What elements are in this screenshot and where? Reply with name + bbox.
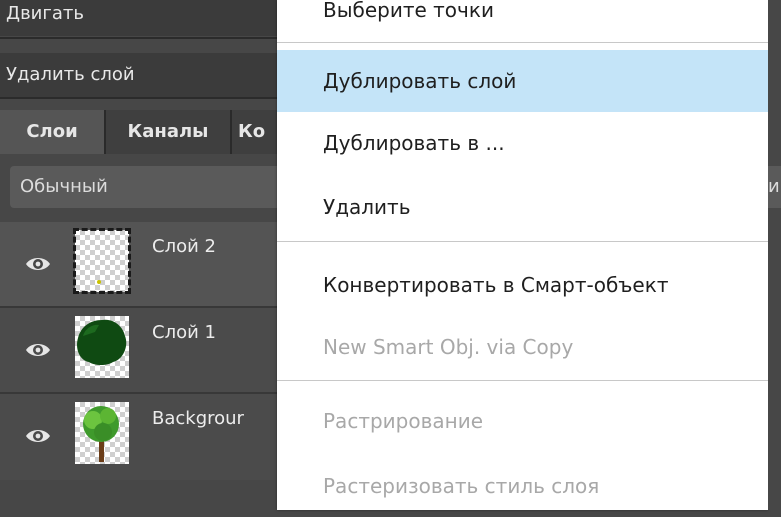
layer-name: Слой 2	[152, 236, 216, 257]
menu-item-move[interactable]: Двигать	[0, 0, 300, 36]
panel-tabs: Слои Каналы Ко	[0, 110, 300, 154]
ctx-item-label: Конвертировать в Смарт-объект	[323, 273, 669, 297]
eye-icon[interactable]	[25, 255, 51, 273]
layer-name: Backgrour	[152, 408, 244, 429]
ctx-duplicate-layer[interactable]: Дублировать слой	[277, 50, 768, 112]
ctx-rasterize-layer-style: Растеризовать стиль слоя	[277, 455, 768, 517]
menu-separator	[277, 380, 768, 381]
ctx-convert-smart-object[interactable]: Конвертировать в Смарт-объект	[277, 254, 768, 316]
ctx-select-points[interactable]: Выберите точки	[277, 0, 768, 41]
layer-context-menu: Выберите точки Дублировать слой Дублиров…	[277, 0, 768, 510]
divider	[0, 37, 300, 39]
opacity-label-peek: им	[768, 166, 781, 208]
ctx-delete[interactable]: Удалить	[277, 176, 768, 238]
ctx-item-label: New Smart Obj. via Copy	[323, 335, 574, 359]
ctx-item-label: Удалить	[323, 195, 411, 219]
divider	[0, 97, 300, 99]
ctx-item-label: Растеризовать стиль слоя	[323, 474, 600, 498]
menu-separator	[277, 241, 768, 242]
ctx-new-smart-obj-via-copy: New Smart Obj. via Copy	[277, 316, 768, 378]
layer-name: Слой 1	[152, 322, 216, 343]
ctx-rasterize: Растрирование	[277, 390, 768, 452]
blend-mode-select[interactable]: Обычный	[10, 166, 300, 208]
tab-label: Ко	[238, 121, 266, 142]
peek-text: им	[768, 176, 781, 197]
tab-layers[interactable]: Слои	[0, 110, 104, 154]
layers-panel: Двигать Удалить слой Слои Каналы Ко Обыч…	[0, 0, 300, 510]
tab-label: Каналы	[127, 121, 209, 142]
layer-row-layer-2[interactable]: Слой 2	[0, 222, 300, 308]
menu-item-label: Удалить слой	[6, 64, 135, 85]
right-panel-edge: им	[768, 0, 781, 510]
layer-thumbnail	[73, 228, 131, 294]
ctx-item-label: Растрирование	[323, 409, 484, 433]
tab-label: Слои	[26, 121, 78, 142]
layer-row-layer-1[interactable]: Слой 1	[0, 308, 300, 394]
ctx-item-label: Дублировать в ...	[323, 131, 505, 155]
ctx-item-label: Выберите точки	[323, 0, 494, 22]
eye-icon[interactable]	[25, 427, 51, 445]
layer-thumbnail	[75, 316, 129, 378]
ctx-duplicate-into[interactable]: Дублировать в ...	[277, 112, 768, 174]
menu-item-label: Двигать	[6, 3, 84, 24]
menu-separator	[277, 42, 768, 43]
layer-thumbnail	[75, 402, 129, 464]
eye-icon[interactable]	[25, 341, 51, 359]
ctx-item-label: Дублировать слой	[323, 69, 517, 93]
tab-channels[interactable]: Каналы	[106, 110, 230, 154]
layer-row-background[interactable]: Backgrour	[0, 394, 300, 480]
blend-mode-value: Обычный	[20, 176, 108, 197]
menu-item-delete-layer[interactable]: Удалить слой	[0, 53, 300, 97]
